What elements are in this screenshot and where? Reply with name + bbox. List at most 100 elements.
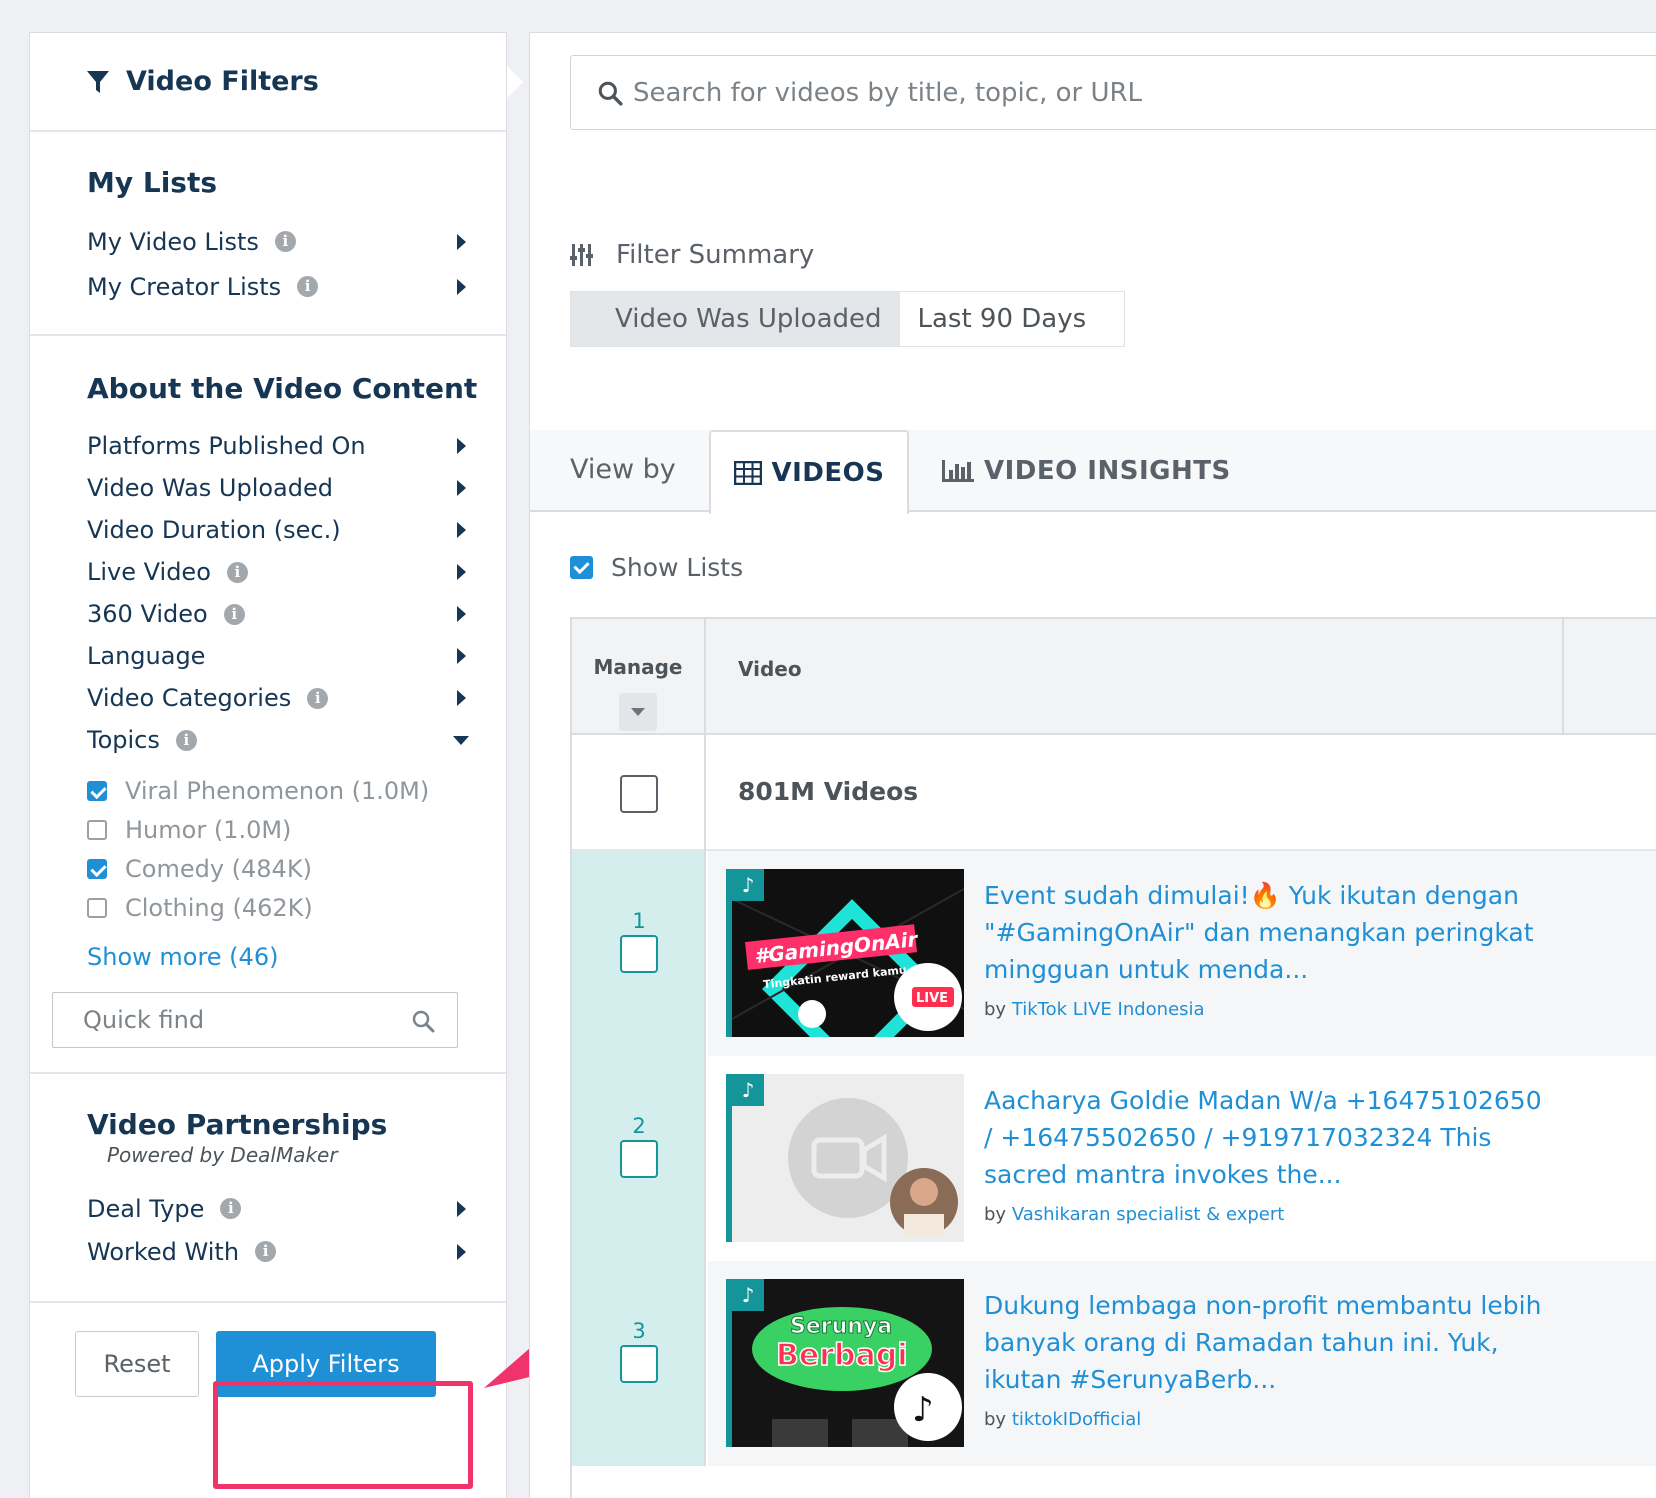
- filter-label: Topics: [87, 726, 160, 754]
- bar-chart-icon: [942, 460, 974, 482]
- topic-label: Viral Phenomenon (1.0M): [125, 776, 430, 805]
- show-lists-checkbox[interactable]: [570, 556, 593, 579]
- table-icon: [733, 461, 762, 485]
- row-manage-cell: 1: [572, 851, 706, 1056]
- video-title-link[interactable]: Dukung lembaga non-profit membantu lebih…: [984, 1287, 1544, 1398]
- filter-chip-value: Last 90 Days: [899, 292, 1125, 346]
- filter-platforms[interactable]: Platforms Published On: [87, 425, 506, 467]
- filters-sidebar: Video Filters My Lists My Video Lists i …: [29, 32, 523, 1498]
- quick-find-input[interactable]: Quick find: [52, 992, 458, 1048]
- search-icon: [598, 81, 623, 106]
- topic-option[interactable]: Comedy (484K): [87, 849, 506, 888]
- info-icon[interactable]: i: [255, 1241, 277, 1262]
- filter-topics[interactable]: Topics i: [87, 719, 506, 761]
- creator-link[interactable]: tiktokIDofficial: [1012, 1409, 1142, 1430]
- filter-chip-key: Video Was Uploaded: [571, 292, 900, 346]
- main-panel: Search for videos by title, topic, or UR…: [529, 32, 1656, 1498]
- video-title-link[interactable]: Event sudah dimulai!🔥 Yuk ikutan dengan …: [984, 877, 1544, 988]
- topic-option[interactable]: Humor (1.0M): [87, 810, 506, 849]
- caret-right-icon: [457, 564, 466, 580]
- topic-label: Comedy (484K): [125, 854, 312, 883]
- filter-label: Language: [87, 642, 206, 670]
- video-search-input[interactable]: Search for videos by title, topic, or UR…: [570, 55, 1656, 130]
- caret-right-icon: [457, 1243, 466, 1260]
- topic-checkbox[interactable]: [87, 858, 107, 879]
- by-label: by: [984, 1409, 1007, 1430]
- info-icon[interactable]: i: [220, 1198, 242, 1219]
- topic-label: Clothing (462K): [125, 893, 313, 922]
- row-checkbox[interactable]: [620, 1345, 658, 1383]
- filter-my-video-lists[interactable]: My Video Lists i: [87, 219, 506, 264]
- filter-video-duration[interactable]: Video Duration (sec.): [87, 509, 506, 551]
- caret-right-icon: [457, 278, 466, 295]
- tab-videos[interactable]: VIDEOS: [709, 430, 909, 514]
- header-notch: [507, 66, 523, 98]
- topic-checkbox[interactable]: [87, 897, 107, 918]
- tiktok-icon: ♪: [732, 1074, 764, 1106]
- video-thumbnail[interactable]: Serunya Berbagi ♪ ♪: [726, 1279, 964, 1447]
- caret-down-icon: [453, 735, 469, 745]
- topic-option[interactable]: Viral Phenomenon (1.0M): [87, 771, 506, 810]
- filter-label: Video Categories: [87, 684, 292, 712]
- info-icon[interactable]: i: [307, 687, 329, 709]
- search-placeholder: Search for videos by title, topic, or UR…: [633, 77, 1143, 108]
- view-by-label: View by: [570, 454, 676, 485]
- show-more-link[interactable]: Show more (46): [87, 943, 506, 975]
- row-checkbox[interactable]: [620, 1140, 658, 1178]
- filter-video-categories[interactable]: Video Categories i: [87, 677, 506, 719]
- row-content: ♪ Aacharya Goldie Madan W/a +16475102650…: [708, 1056, 1656, 1261]
- info-icon[interactable]: i: [297, 276, 319, 297]
- filter-worked-with[interactable]: Worked With i: [87, 1230, 506, 1273]
- filter-my-creator-lists[interactable]: My Creator Lists i: [87, 264, 506, 309]
- topic-checkbox[interactable]: [87, 819, 107, 840]
- filter-chip[interactable]: Video Was Uploaded Last 90 Days: [570, 291, 1126, 347]
- topic-checkbox[interactable]: [87, 780, 107, 801]
- tab-label: VIDEO INSIGHTS: [984, 456, 1231, 486]
- video-byline: by tiktokIDofficial: [984, 1409, 1141, 1430]
- filter-summary-title: Filter Summary: [616, 240, 815, 270]
- caret-right-icon: [457, 233, 466, 250]
- row-number: 3: [632, 1319, 646, 1343]
- video-thumbnail[interactable]: ♪: [726, 1074, 964, 1242]
- filter-label: My Creator Lists: [87, 272, 282, 301]
- result-count: 801M Videos: [738, 777, 919, 806]
- filter-video-uploaded[interactable]: Video Was Uploaded: [87, 467, 506, 509]
- info-icon[interactable]: i: [226, 561, 248, 583]
- sidebar-header: Video Filters: [30, 33, 523, 132]
- partnerships-section: Video Partnerships Powered by DealMaker …: [30, 1074, 506, 1314]
- by-label: by: [984, 1204, 1007, 1225]
- reset-button[interactable]: Reset: [75, 1331, 199, 1397]
- filter-live-video[interactable]: Live Video i: [87, 551, 506, 593]
- topic-option[interactable]: Clothing (462K): [87, 888, 506, 927]
- filter-360-video[interactable]: 360 Video i: [87, 593, 506, 635]
- select-all-checkbox[interactable]: [620, 775, 658, 813]
- creator-link[interactable]: TikTok LIVE Indonesia: [1012, 999, 1205, 1020]
- filter-language[interactable]: Language: [87, 635, 506, 677]
- tab-label: VIDEOS: [771, 458, 885, 488]
- count-row: 801M Videos: [572, 735, 1656, 851]
- row-checkbox[interactable]: [620, 935, 658, 973]
- video-thumbnail[interactable]: #GamingOnAir Tingkatin reward kamu LIVE …: [726, 869, 964, 1037]
- video-title-link[interactable]: Aacharya Goldie Madan W/a +16475102650 /…: [984, 1082, 1544, 1193]
- video-byline: by Vashikaran specialist & expert: [984, 1204, 1284, 1225]
- topic-label: Humor (1.0M): [125, 815, 292, 844]
- partnerships-subtitle: Powered by DealMaker: [107, 1143, 338, 1167]
- live-badge-text: LIVE: [916, 991, 948, 1006]
- row-number: 1: [632, 909, 646, 933]
- row-manage-cell: 2: [572, 1056, 706, 1261]
- show-lists-toggle[interactable]: Show Lists: [570, 553, 743, 582]
- manage-dropdown-button[interactable]: [619, 693, 657, 731]
- quick-find-placeholder: Quick find: [83, 1006, 205, 1034]
- sliders-icon: [570, 244, 593, 266]
- tab-video-insights[interactable]: VIDEO INSIGHTS: [940, 430, 1231, 512]
- video-byline: by TikTok LIVE Indonesia: [984, 999, 1205, 1020]
- info-icon[interactable]: i: [223, 603, 245, 625]
- info-icon[interactable]: i: [175, 729, 197, 751]
- search-icon: [412, 1010, 435, 1033]
- info-icon[interactable]: i: [274, 231, 296, 252]
- table-row: 2 ♪ Aacharya Goldie Madan W/a +164751026…: [572, 1056, 1656, 1261]
- filter-deal-type[interactable]: Deal Type i: [87, 1187, 506, 1230]
- filter-label: My Video Lists: [87, 227, 259, 256]
- my-lists-section: My Lists My Video Lists i My Creator Lis…: [30, 132, 506, 336]
- creator-link[interactable]: Vashikaran specialist & expert: [1012, 1204, 1285, 1225]
